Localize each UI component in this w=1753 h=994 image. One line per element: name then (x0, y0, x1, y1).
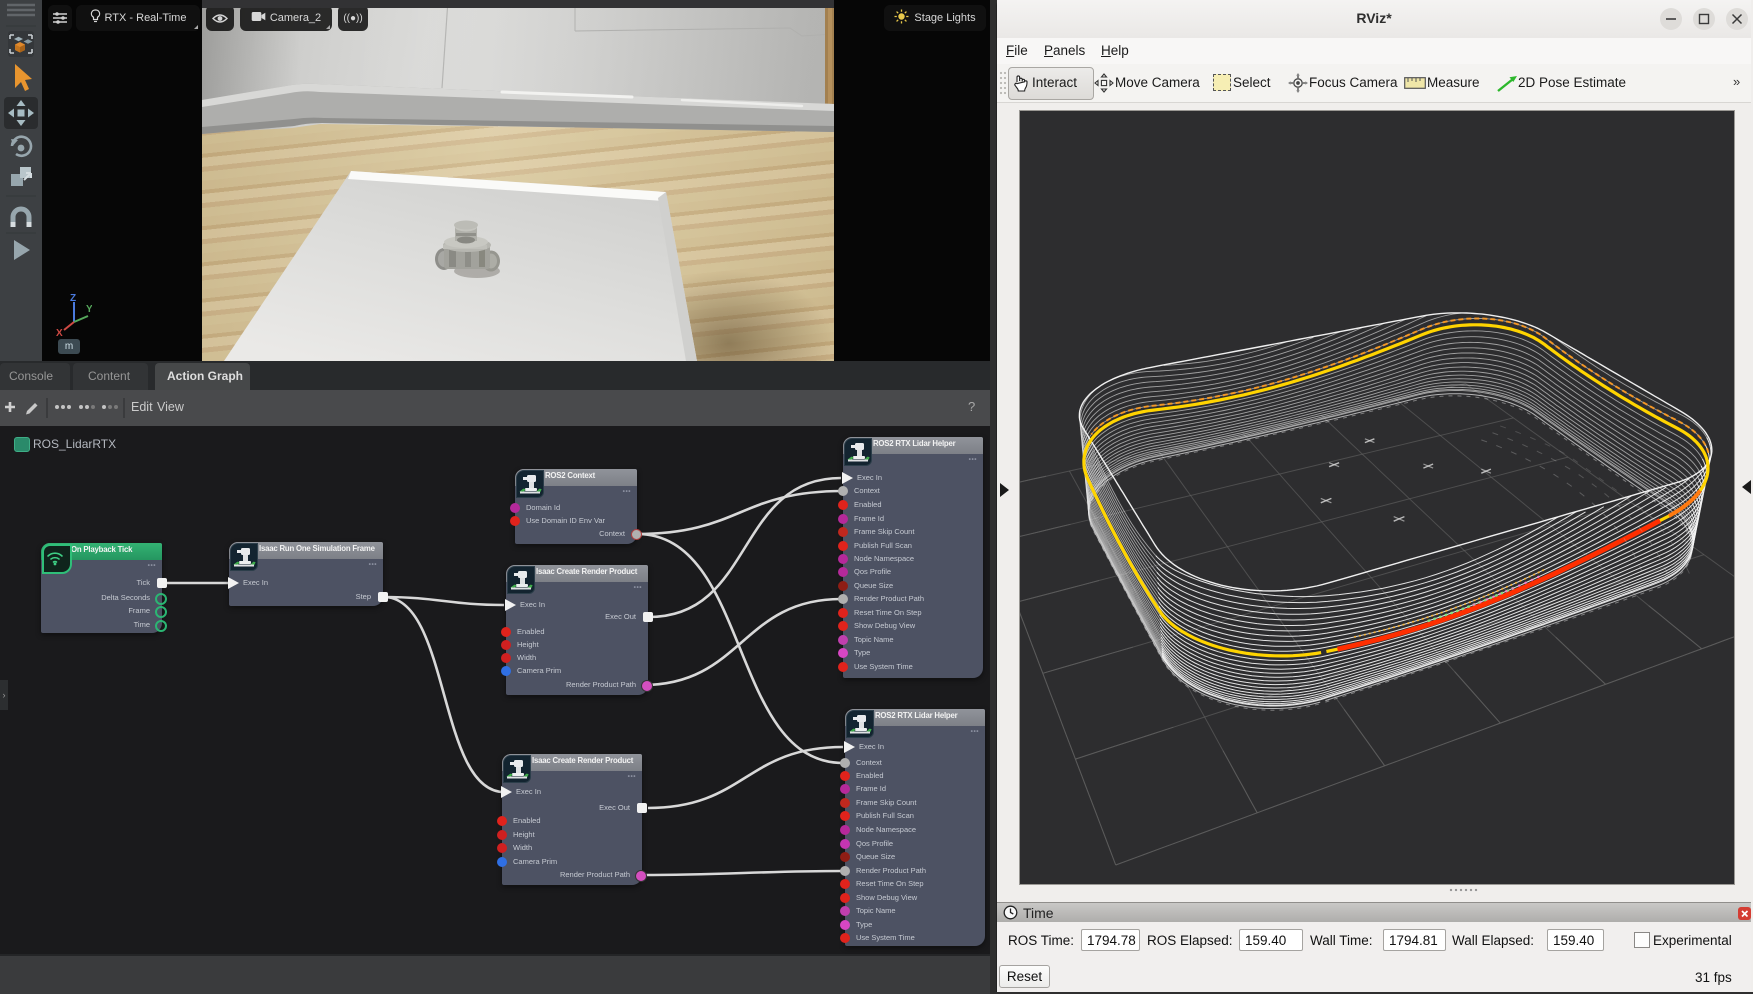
svg-text:Edit: Edit (131, 400, 153, 414)
svg-text:View: View (157, 400, 185, 414)
svg-text:Y: Y (86, 304, 92, 315)
svg-text:Z: Z (70, 293, 76, 304)
svg-text:?: ? (968, 399, 975, 414)
svg-text:X: X (56, 328, 63, 339)
